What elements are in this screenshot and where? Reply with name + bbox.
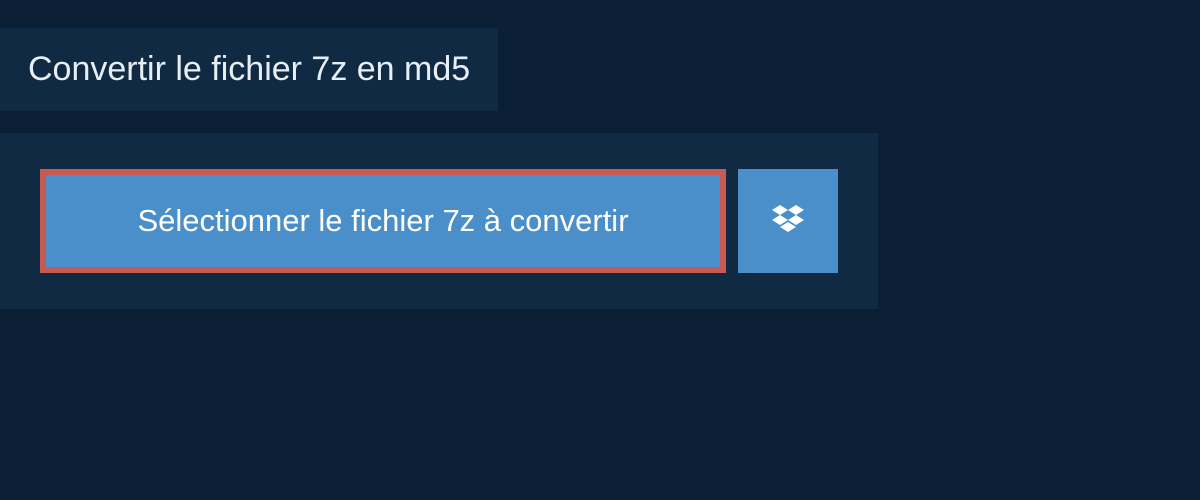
select-file-button-label: Sélectionner le fichier 7z à convertir: [137, 203, 628, 239]
dropbox-button[interactable]: [738, 169, 838, 273]
page-title: Convertir le fichier 7z en md5: [28, 50, 470, 89]
select-file-button[interactable]: Sélectionner le fichier 7z à convertir: [40, 169, 726, 273]
header-bar: Convertir le fichier 7z en md5: [0, 28, 498, 111]
upload-panel: Sélectionner le fichier 7z à convertir: [0, 133, 878, 309]
dropbox-icon: [768, 201, 808, 241]
